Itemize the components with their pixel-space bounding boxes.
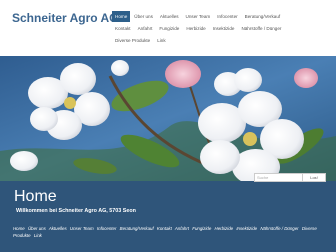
- hero-image-apple-blossoms: [0, 56, 336, 181]
- footer-link-kontakt[interactable]: Kontakt: [157, 226, 172, 231]
- footer-link-fungizide[interactable]: Fungizide: [192, 226, 211, 231]
- nav-item-home[interactable]: Home: [112, 11, 131, 22]
- footer-link-herbizide[interactable]: Herbizide: [215, 226, 234, 231]
- footer-link-naehrstoffe-duenger[interactable]: Nährstoffe / Dünger: [260, 226, 298, 231]
- nav-item-ueber-uns[interactable]: Über uns: [131, 11, 156, 22]
- nav-row-3: Diverse Produkte Link: [112, 35, 336, 47]
- nav-item-herbizide[interactable]: Herbizide: [183, 23, 208, 34]
- footer-link-ueber-uns[interactable]: Über uns: [28, 226, 46, 231]
- footer-link-unser-team[interactable]: Unser Team: [70, 226, 94, 231]
- footer-link-home[interactable]: Home: [13, 226, 25, 231]
- nav-item-naehrstoffe-duenger[interactable]: Nährstoffe / Dünger: [238, 23, 284, 34]
- nav-item-fungizide[interactable]: Fungizide: [156, 23, 182, 34]
- page-title: Home: [14, 188, 57, 205]
- nav-row-1: Home Über uns Aktuelles Unser Team Infoc…: [112, 11, 336, 23]
- nav-row-2: Kontakt Anfahrt Fungizide Herbizide Inse…: [112, 23, 336, 35]
- nav-item-link[interactable]: Link: [154, 35, 168, 46]
- search-input[interactable]: Suche: [254, 173, 303, 182]
- footer-link-link[interactable]: Link: [34, 233, 42, 238]
- footer-link-insektizide[interactable]: Insektizide: [236, 226, 257, 231]
- nav-item-diverse-produkte[interactable]: Diverse Produkte: [112, 35, 153, 46]
- nav-item-aktuelles[interactable]: Aktuelles: [157, 11, 182, 22]
- nav-item-beratung-verkauf[interactable]: Beratung/Verkauf: [242, 11, 284, 22]
- nav-item-insektizide[interactable]: Insektizide: [210, 23, 238, 34]
- blossom-illustration: [0, 56, 336, 181]
- site-brand[interactable]: Schneiter Agro AG: [12, 11, 118, 25]
- nav-item-kontakt[interactable]: Kontakt: [112, 23, 134, 34]
- search-button[interactable]: Los!: [302, 173, 326, 182]
- nav-item-infocenter[interactable]: Infocenter: [214, 11, 240, 22]
- footer-link-aktuelles[interactable]: Aktuelles: [49, 226, 67, 231]
- footer-nav: Home Über uns Aktuelles Unser Team Infoc…: [13, 225, 331, 239]
- footer-link-anfahrt[interactable]: Anfahrt: [175, 226, 189, 231]
- site-header: Schneiter Agro AG Home Über uns Aktuelle…: [0, 0, 336, 56]
- footer-link-beratung-verkauf[interactable]: Beratung/Verkauf: [120, 226, 154, 231]
- nav-item-anfahrt[interactable]: Anfahrt: [135, 23, 156, 34]
- nav-item-unser-team[interactable]: Unser Team: [183, 11, 214, 22]
- welcome-text: Willkommen bei Schneiter Agro AG, 5703 S…: [16, 208, 136, 214]
- footer-link-infocenter[interactable]: Infocenter: [97, 226, 117, 231]
- main-nav: Home Über uns Aktuelles Unser Team Infoc…: [112, 11, 336, 47]
